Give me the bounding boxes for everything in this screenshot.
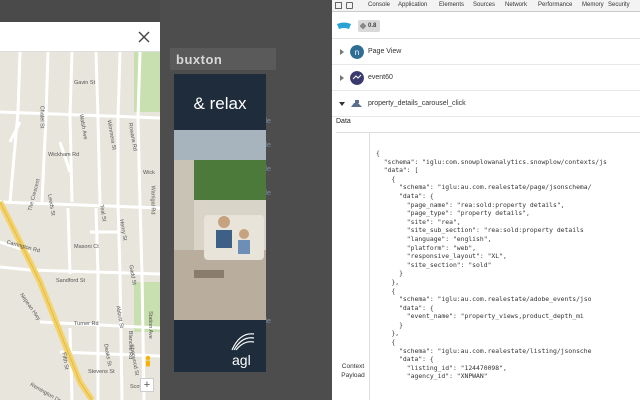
tab-security[interactable]: Security — [608, 2, 630, 8]
caret-right-icon[interactable] — [338, 74, 346, 82]
json-line: "data": { — [376, 303, 434, 312]
event-row-page-view[interactable]: n Page View — [332, 39, 640, 65]
json-line: "schema": "iglu:au.com.realestate/listin… — [376, 346, 592, 355]
context-payload-label: Context Payload — [341, 363, 365, 379]
json-line: }, — [376, 277, 400, 286]
json-line: { — [376, 286, 396, 295]
json-line: "language": "english", — [376, 234, 492, 243]
json-line: "site_section": "sold" — [376, 260, 492, 269]
page-view-icon: n — [350, 45, 364, 59]
json-line: "platform": "web", — [376, 243, 477, 252]
json-line: "schema": "iglu:com.snowplowanalytics.sn… — [376, 157, 607, 166]
ad-photo — [174, 130, 266, 320]
event-label: Page View — [368, 48, 402, 55]
caret-down-icon[interactable] — [338, 100, 346, 108]
json-line: "schema": "iglu:au.com.realestate/adobe_… — [376, 295, 592, 304]
tab-application[interactable]: Application — [398, 2, 427, 8]
event-row-property-details-carousel-click[interactable]: property_details_carousel_click — [332, 91, 640, 117]
caret-right-icon[interactable] — [338, 48, 346, 56]
tab-console[interactable]: Console — [368, 2, 390, 8]
unstruct-event-icon — [351, 100, 362, 107]
json-line: "listing_id": "124470098", — [376, 363, 507, 372]
devtools-tab-bar: Console Application Elements Sources Net… — [332, 0, 640, 12]
json-line: "page_type": "property details", — [376, 209, 530, 218]
json-line: "data": { — [376, 355, 434, 364]
map-modal[interactable]: Gavin St Chatel St Walsh Ave Wimmera St … — [0, 22, 160, 400]
json-line: "responsive_layout": "XL", — [376, 252, 507, 261]
json-line: } — [376, 269, 403, 278]
snowplow-logo-icon — [337, 22, 351, 29]
json-line: "data": { — [376, 191, 434, 200]
json-payload[interactable]: { "schema": "iglu:com.snowplowanalytics.… — [376, 149, 640, 381]
json-line: "event_name": "property_views,product_de… — [376, 312, 584, 321]
version-badge: 0.8 — [358, 20, 381, 32]
tab-sources[interactable]: Sources — [473, 2, 495, 8]
json-line: "data": [ — [376, 166, 419, 175]
advertisement[interactable]: & relax agl — [174, 74, 266, 372]
agency-brand-logo: buxton — [176, 52, 223, 67]
zoom-in-button[interactable]: + — [140, 378, 154, 392]
devtools-panel: Console Application Elements Sources Net… — [332, 0, 640, 400]
tab-network[interactable]: Network — [505, 2, 527, 8]
event-label: event60 — [368, 74, 393, 81]
json-line: { — [376, 338, 396, 347]
tab-elements[interactable]: Elements — [439, 2, 464, 8]
json-line: "site": "rea", — [376, 217, 461, 226]
tab-memory[interactable]: Memory — [582, 2, 604, 8]
inspect-icon[interactable] — [335, 2, 342, 9]
street-map[interactable] — [0, 52, 160, 400]
json-line: "site_sub_section": "rea:sold:property d… — [376, 226, 584, 235]
json-line: }, — [376, 329, 400, 338]
event-icon — [350, 71, 364, 85]
event-data-table: Context Payload { "schema": "iglu:com.sn… — [336, 132, 640, 400]
device-toolbar-icon[interactable] — [346, 2, 353, 9]
json-line: "agency_id": "XNPWAN" — [376, 372, 488, 381]
json-line: "schema": "iglu:au.com.realestate/page/j… — [376, 183, 592, 192]
data-section-label: Data — [336, 118, 351, 125]
screen: buxton ofile ofile ofile ofile ofile — [0, 0, 640, 400]
ad-tagline: & relax — [193, 94, 247, 113]
event-label: property_details_carousel_click — [368, 100, 466, 107]
close-icon[interactable] — [136, 29, 152, 45]
website-viewport: buxton ofile ofile ofile ofile ofile — [0, 0, 332, 400]
json-line: } — [376, 320, 403, 329]
tab-performance[interactable]: Performance — [538, 2, 572, 8]
json-line: { — [376, 174, 396, 183]
event-row-event60[interactable]: event60 — [332, 65, 640, 91]
tag-icon — [359, 22, 367, 30]
svg-text:n: n — [355, 48, 359, 57]
json-line: "page_name": "rea:sold:property details"… — [376, 200, 565, 209]
map-modal-header — [0, 22, 160, 52]
agl-logo-text: agl — [232, 352, 251, 368]
street-view-pegman-icon[interactable] — [143, 355, 153, 369]
ad-header: & relax — [174, 74, 266, 130]
context-payload-cell: Context Payload — [336, 133, 370, 400]
json-line: { — [376, 149, 380, 157]
snowplow-toolbar: 0.8 — [332, 13, 640, 39]
